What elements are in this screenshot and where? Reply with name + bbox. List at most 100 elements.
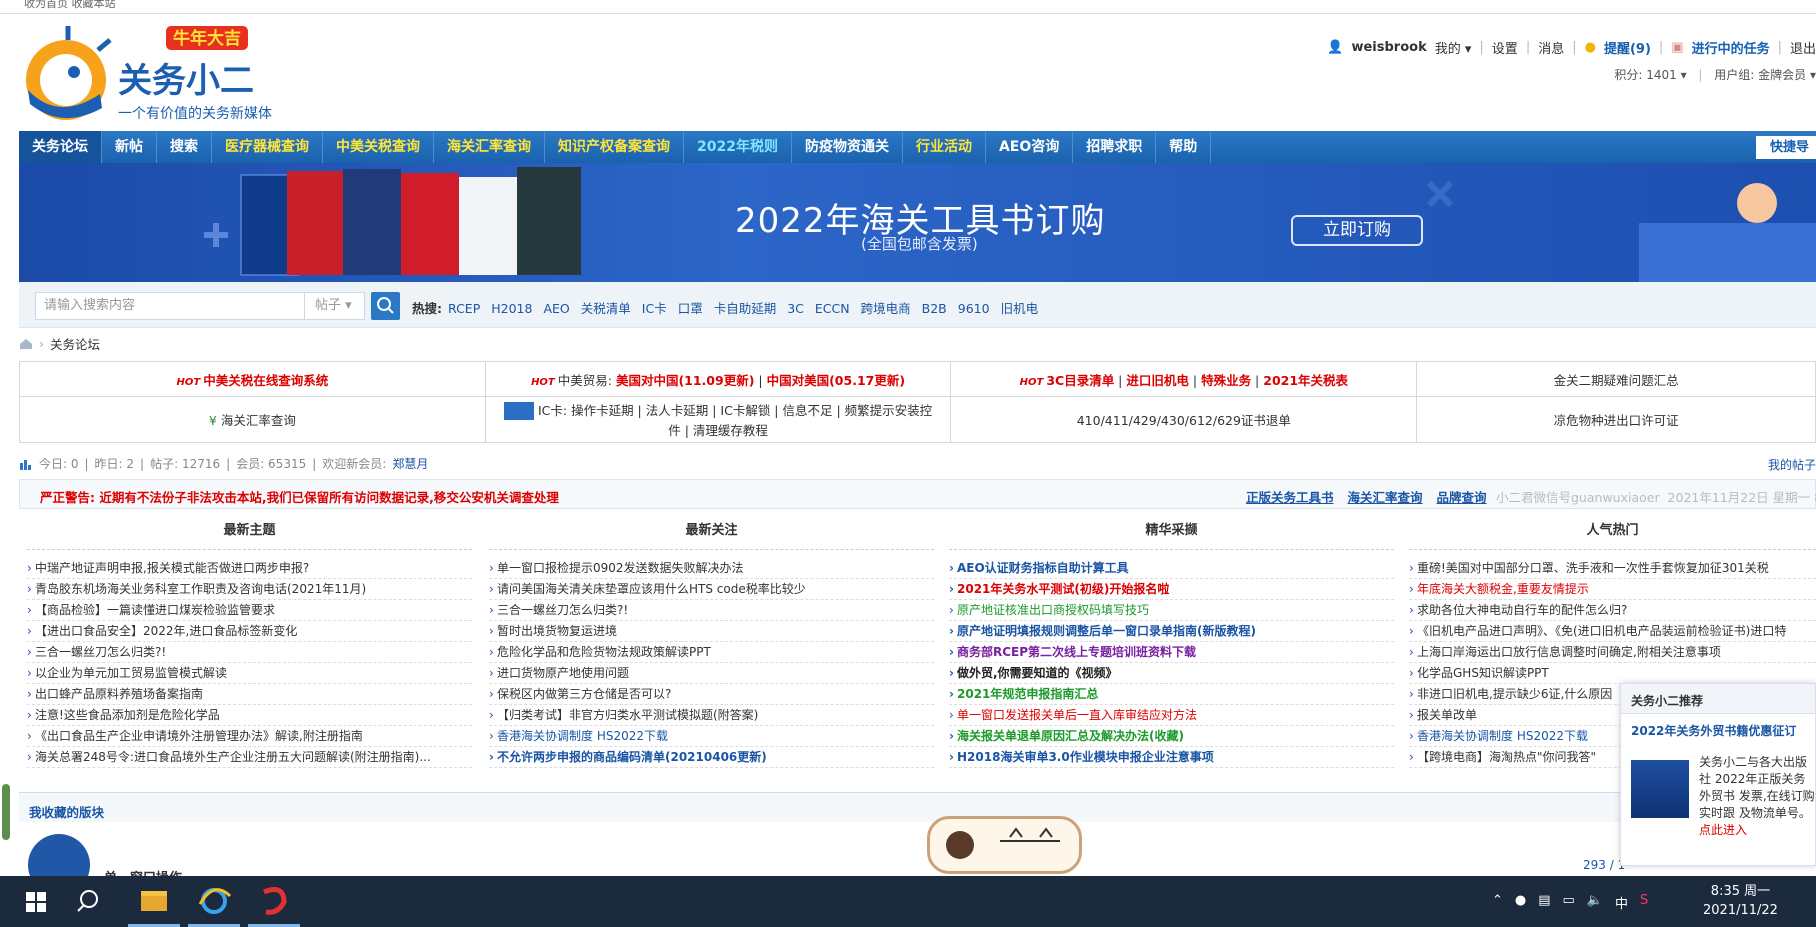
topic-link[interactable]: 以企业为单元加工贸易监管模式解读 <box>27 663 472 684</box>
topic-link[interactable]: 危险化学品和危险货物法规政策解读PPT <box>489 642 934 663</box>
quick-cell[interactable]: 410/411/429/430/612/629证书退单 <box>950 396 1418 443</box>
site-logo[interactable]: 牛年大吉 关务小二 一个有价值的关务新媒体 <box>18 22 303 127</box>
quick-cell[interactable]: HOT 中美关税在线查询系统 <box>19 361 486 397</box>
hot-search-link[interactable]: AEO <box>543 301 569 316</box>
file-explorer-icon[interactable] <box>128 876 180 927</box>
hot-search-link[interactable]: 3C <box>787 301 804 316</box>
topic-link[interactable]: 中瑞产地证声明申报,报关模式能否做进口两步申报? <box>27 558 472 579</box>
order-now-button[interactable]: 立即订购 <box>1291 215 1423 246</box>
topic-link[interactable]: 商务部RCEP第二次线上专题培训班资料下载 <box>949 642 1394 663</box>
topic-link[interactable]: 注意!这些食品添加剂是危险化学品 <box>27 705 472 726</box>
quick-cell[interactable]: ¥ 海关汇率查询 <box>19 396 486 443</box>
search-input[interactable]: 请输入搜索内容 <box>35 292 305 320</box>
promo-banner[interactable]: 2022年海关工具书订购 (全国包邮含发票) 立即订购 <box>19 163 1816 282</box>
topic-link[interactable]: 香港海关协调制度 HS2022下载 <box>489 726 934 747</box>
topic-link[interactable]: 2021年规范申报指南汇总 <box>949 684 1394 705</box>
topic-link[interactable]: 三合一螺丝刀怎么归类?! <box>27 642 472 663</box>
hot-search-link[interactable]: 卡自助延期 <box>714 301 777 316</box>
topic-link[interactable]: 请问美国海关清关床垫罩应该用什么HTS code税率比较少 <box>489 579 934 600</box>
alert-link[interactable]: 正版关务工具书 <box>1246 487 1334 506</box>
topic-link[interactable]: 【商品检验】一篇读懂进口煤炭检验监管要求 <box>27 600 472 621</box>
sogou-icon[interactable]: S <box>1640 893 1648 912</box>
battery-icon[interactable]: ▤ <box>1538 893 1550 912</box>
qq-icon[interactable]: ● <box>1515 893 1526 912</box>
nav-item[interactable]: 防疫物资通关 <box>792 131 903 163</box>
topic-link[interactable]: 单一窗口发送报关单后一直入库审结应对方法 <box>949 705 1394 726</box>
username-link[interactable]: weisbrook <box>1351 40 1426 55</box>
topic-link[interactable]: 海关报关单退单原因汇总及解决办法(收藏) <box>949 726 1394 747</box>
hot-search-link[interactable]: H2018 <box>491 301 532 316</box>
tasks-link[interactable]: 进行中的任务 <box>1692 38 1770 57</box>
network-icon[interactable]: ▭ <box>1563 893 1575 912</box>
internet-explorer-icon[interactable] <box>188 876 240 927</box>
nav-item[interactable]: AEO咨询 <box>986 131 1074 163</box>
quick-nav-button[interactable]: 快捷导 <box>1756 136 1816 159</box>
hot-search-link[interactable]: B2B <box>922 301 947 316</box>
topic-link[interactable]: 进口货物原产地使用问题 <box>489 663 934 684</box>
quick-cell[interactable]: HOT 3C目录清单 | 进口旧机电 | 特殊业务 | 2021年关税表 <box>950 361 1418 397</box>
topic-link[interactable]: 三合一螺丝刀怎么归类?! <box>489 600 934 621</box>
topic-link[interactable]: 海关总署248号令:进口食品境外生产企业注册五大问题解读(附注册指南)... <box>27 747 472 768</box>
hot-search-link[interactable]: RCEP <box>448 301 480 316</box>
nav-item[interactable]: 海关汇率查询 <box>434 131 545 163</box>
settings-link[interactable]: 设置 <box>1492 38 1518 57</box>
topic-link[interactable]: 《出口食品生产企业申请境外注册管理办法》解读,附注册指南 <box>27 726 472 747</box>
topic-link[interactable]: 年底海关大额税金,重要友情提示 <box>1409 579 1816 600</box>
topic-link[interactable]: 原产地证核准出口商授权码填写技巧 <box>949 600 1394 621</box>
nav-item[interactable]: 2022年税则 <box>684 131 792 163</box>
nav-item[interactable]: 招聘求职 <box>1073 131 1157 163</box>
topic-link[interactable]: 保税区内做第三方仓储是否可以? <box>489 684 934 705</box>
recommend-popup[interactable]: 关务小二推荐 2022年关务外贸书籍优惠征订 关务小二与各大出版社 2022年正… <box>1620 683 1816 866</box>
alert-link[interactable]: 海关汇率查询 <box>1348 487 1423 506</box>
nav-item[interactable]: 中美关税查询 <box>323 131 434 163</box>
ime-indicator[interactable]: 中 <box>1615 893 1628 912</box>
hot-search-link[interactable]: 旧机电 <box>1001 301 1039 316</box>
hot-search-link[interactable]: IC卡 <box>642 301 667 316</box>
reminder-link[interactable]: 提醒(9) <box>1604 38 1651 57</box>
topic-link[interactable]: 【进出口食品安全】2022年,进口食品标签新变化 <box>27 621 472 642</box>
topic-link[interactable]: 青岛胶东机场海关业务科室工作职责及咨询电话(2021年11月) <box>27 579 472 600</box>
nav-item[interactable]: 帮助 <box>1156 131 1212 163</box>
topic-link[interactable]: 【归类考试】非官方归类水平测试模拟题(附答案) <box>489 705 934 726</box>
hot-search-link[interactable]: 跨境电商 <box>861 301 911 316</box>
search-type-select[interactable]: 帖子 ▾ <box>305 292 365 320</box>
logout-link[interactable]: 退出 <box>1790 38 1816 57</box>
topic-link[interactable]: 原产地证明填报规则调整后单一窗口录单指南(新版教程) <box>949 621 1394 642</box>
my-posts-link[interactable]: 我的帖子 <box>1768 456 1816 473</box>
topic-link[interactable]: 单一窗口报检提示0902发送数据失败解决办法 <box>489 558 934 579</box>
breadcrumb-current[interactable]: 关务论坛 <box>50 334 100 353</box>
taskbar-clock[interactable]: 8:35 周一 2021/11/22 <box>1703 882 1778 920</box>
topic-link[interactable]: 重磅!美国对中国部分口罩、洗手液和一次性手套恢复加征301关税 <box>1409 558 1816 579</box>
quick-cell[interactable]: 金关二期疑难问题汇总 <box>1416 361 1816 397</box>
recommend-link[interactable]: 点此进入 <box>1699 823 1747 837</box>
points-menu[interactable]: 积分: 1401 ▾ <box>1614 68 1686 82</box>
quick-cell[interactable]: HOT 中美贸易: 美国对中国(11.09更新) | 中国对美国(05.17更新) <box>484 361 952 397</box>
quick-cell[interactable]: IC卡: 操作卡延期 | 法人卡延期 | IC卡解锁 | 信息不足 | 频繁提示… <box>484 396 952 443</box>
topic-link[interactable]: 暂时出境货物复运进境 <box>489 621 934 642</box>
hot-search-link[interactable]: 关税清单 <box>581 301 631 316</box>
windows-start-icon[interactable] <box>10 876 62 927</box>
topic-link[interactable]: 做外贸,你需要知道的《视频》 <box>949 663 1394 684</box>
topic-link[interactable]: 出口蜂产品原料养殖场备案指南 <box>27 684 472 705</box>
search-button[interactable] <box>371 292 400 320</box>
alert-link[interactable]: 品牌查询 <box>1437 487 1487 506</box>
hot-search-link[interactable]: 口罩 <box>678 301 703 316</box>
newest-member-link[interactable]: 郑慧月 <box>392 455 428 472</box>
nav-item[interactable]: 知识产权备案查询 <box>545 131 684 163</box>
topic-link[interactable]: 求助各位大神电动自行车的配件怎么归? <box>1409 600 1816 621</box>
nav-item[interactable]: 医疗器械查询 <box>212 131 323 163</box>
topic-link[interactable]: 《旧机电产品进口声明》、《免(进口旧机电产品装运前检验证书)进口特 <box>1409 621 1816 642</box>
messages-link[interactable]: 消息 <box>1538 38 1564 57</box>
quick-cell[interactable]: 凉危物种进出口许可证 <box>1416 396 1816 443</box>
home-icon[interactable] <box>19 338 33 350</box>
scroll-handle[interactable] <box>2 784 10 840</box>
nav-item[interactable]: 新帖 <box>102 131 157 163</box>
nav-item[interactable]: 关务论坛 <box>19 131 102 163</box>
recommend-headline[interactable]: 2022年关务外贸书籍优惠征订 <box>1621 714 1815 743</box>
hot-search-link[interactable]: 9610 <box>958 301 990 316</box>
search-icon[interactable] <box>64 876 116 927</box>
topic-link[interactable]: H2018海关审单3.0作业模块申报企业注意事项 <box>949 747 1394 768</box>
my-menu[interactable]: 我的 ▾ <box>1435 38 1472 57</box>
topic-link[interactable]: 上海口岸海运出口放行信息调整时间确定,附相关注意事项 <box>1409 642 1816 663</box>
nav-item[interactable]: 行业活动 <box>903 131 986 163</box>
